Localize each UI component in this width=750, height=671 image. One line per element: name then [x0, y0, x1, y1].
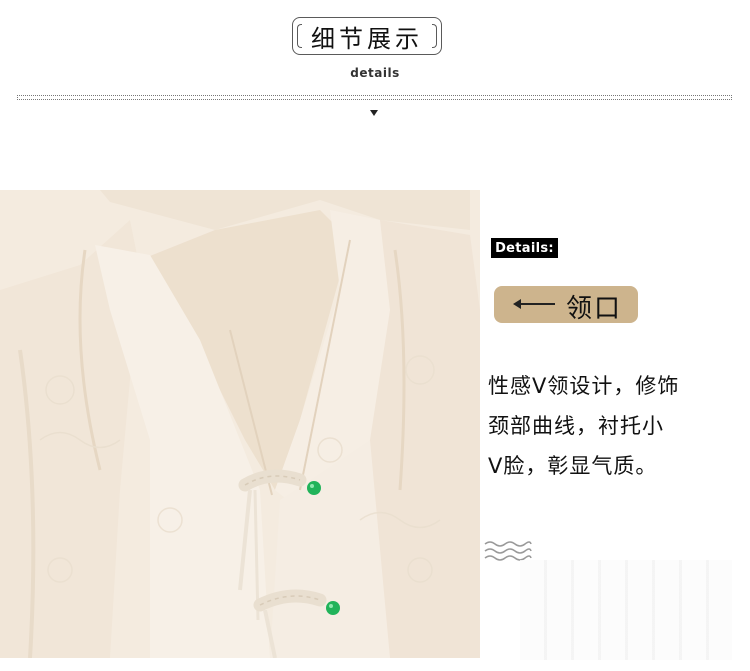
section-title-box: 细节展示: [292, 17, 442, 55]
product-detail-photo: [0, 190, 480, 658]
faded-background-image: [520, 560, 732, 660]
wave-lines-icon: [484, 541, 532, 561]
section-title: 细节展示: [311, 24, 423, 53]
details-tag: Details:: [491, 238, 558, 258]
left-arrow-icon: [513, 299, 555, 309]
description-line: 性感V领设计，修饰: [488, 374, 680, 398]
dotted-divider: [17, 95, 732, 100]
feature-pill: 领口: [494, 286, 638, 324]
feature-label: 领口: [566, 294, 623, 324]
description-line: V脸，彰显气质。: [488, 454, 658, 478]
description-line: 颈部曲线，衬托小: [488, 414, 664, 438]
section-subtitle: details: [350, 66, 400, 80]
down-triangle-icon: [370, 110, 378, 116]
feature-description: 性感V领设计，修饰 颈部曲线，衬托小 V脸，彰显气质。: [488, 366, 728, 486]
